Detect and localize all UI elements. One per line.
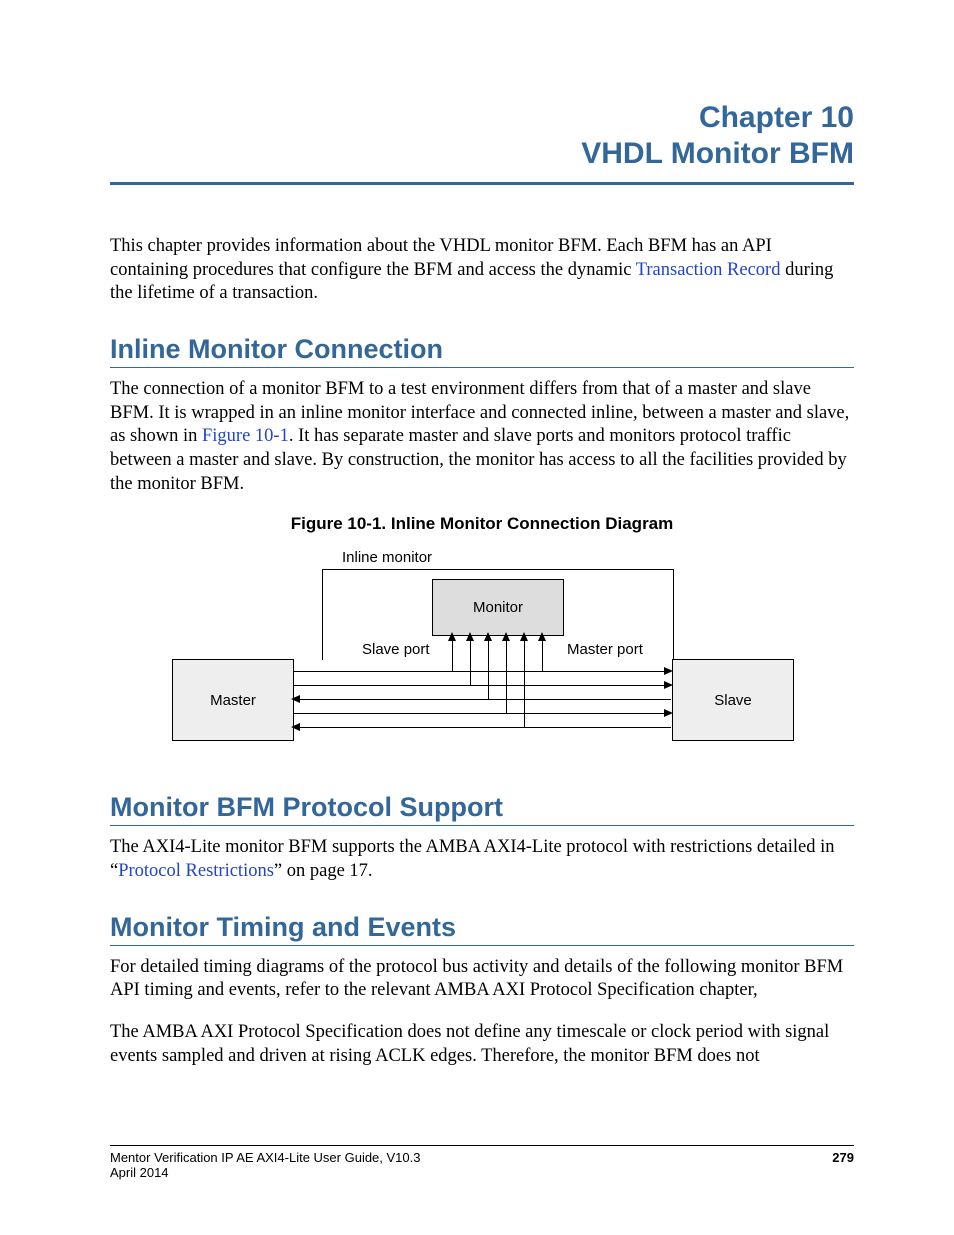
arrow-right-icon: [664, 667, 673, 675]
arrow-right-icon: [664, 681, 673, 689]
master-label: Master: [210, 692, 256, 709]
master-port-label: Master port: [567, 641, 643, 658]
footer-divider: [110, 1145, 854, 1146]
section-divider: [110, 367, 854, 368]
section-heading-timing: Monitor Timing and Events: [110, 912, 854, 943]
bus-line: [293, 699, 671, 700]
tap-line: [470, 634, 471, 685]
monitor-box: Monitor: [432, 579, 564, 636]
inline-paragraph: The connection of a monitor BFM to a tes…: [110, 378, 854, 496]
arrow-up-icon: [466, 632, 474, 641]
page-footer: Mentor Verification IP AE AXI4-Lite User…: [110, 1139, 854, 1181]
chapter-number: Chapter 10: [110, 100, 854, 136]
section-divider: [110, 945, 854, 946]
figure-ref-link[interactable]: Figure 10-1: [202, 426, 289, 446]
chapter-title-text: VHDL Monitor BFM: [110, 136, 854, 172]
protocol-text-2: ” on page 17.: [274, 861, 373, 881]
tap-line: [488, 634, 489, 699]
intro-paragraph: This chapter provides information about …: [110, 235, 854, 306]
protocol-restrictions-link[interactable]: Protocol Restrictions: [118, 861, 274, 881]
arrow-right-icon: [664, 709, 673, 717]
footer-date: April 2014: [110, 1165, 854, 1180]
tap-line: [506, 634, 507, 713]
arrow-up-icon: [448, 632, 456, 641]
slave-label: Slave: [714, 692, 752, 709]
inline-monitor-label: Inline monitor: [342, 549, 432, 566]
slave-port-label: Slave port: [362, 641, 430, 658]
chapter-divider: [110, 182, 854, 185]
slave-box: Slave: [672, 659, 794, 741]
bus-line: [293, 685, 671, 686]
timing-paragraph-1: For detailed timing diagrams of the prot…: [110, 956, 854, 1003]
bus-line: [293, 727, 671, 728]
figure-caption: Figure 10-1. Inline Monitor Connection D…: [110, 514, 854, 534]
arrow-up-icon: [502, 632, 510, 641]
arrow-up-icon: [520, 632, 528, 641]
monitor-label: Monitor: [473, 599, 523, 616]
bus-line: [293, 713, 671, 714]
transaction-record-link[interactable]: Transaction Record: [636, 260, 781, 280]
footer-doc-title: Mentor Verification IP AE AXI4-Lite User…: [110, 1150, 420, 1165]
section-divider: [110, 825, 854, 826]
protocol-paragraph: The AXI4-Lite monitor BFM supports the A…: [110, 836, 854, 883]
arrow-left-icon: [291, 695, 300, 703]
bus-line: [293, 671, 671, 672]
inline-monitor-diagram: Inline monitor Monitor Slave port Master…: [172, 544, 792, 764]
arrow-left-icon: [291, 723, 300, 731]
section-heading-inline: Inline Monitor Connection: [110, 334, 854, 365]
chapter-header: Chapter 10 VHDL Monitor BFM: [110, 100, 854, 172]
arrow-up-icon: [484, 632, 492, 641]
timing-paragraph-2: The AMBA AXI Protocol Specification does…: [110, 1021, 854, 1068]
page-number: 279: [832, 1150, 854, 1165]
master-box: Master: [172, 659, 294, 741]
arrow-up-icon: [538, 632, 546, 641]
section-heading-protocol: Monitor BFM Protocol Support: [110, 792, 854, 823]
